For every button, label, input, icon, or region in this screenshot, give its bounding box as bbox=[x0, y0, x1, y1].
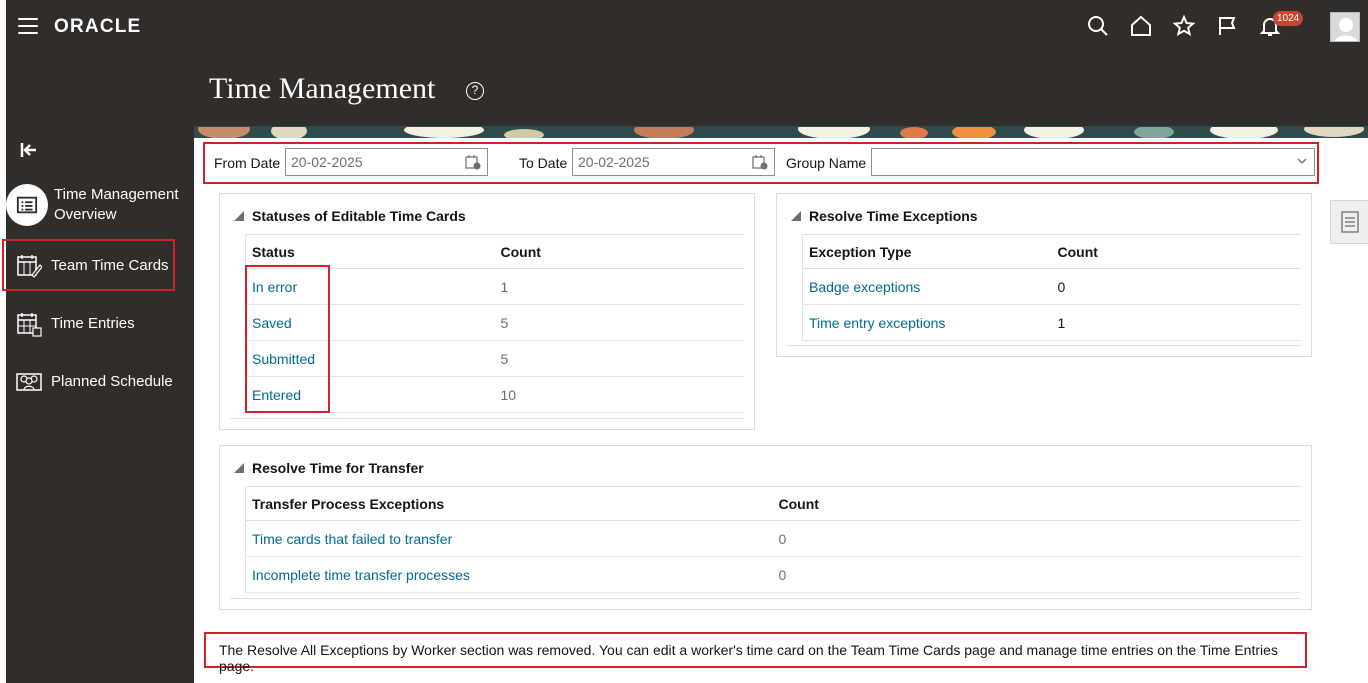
sidebar-item-label: Team Time Cards bbox=[51, 257, 169, 274]
table-footer-line bbox=[787, 345, 1301, 346]
status-count: 1 bbox=[494, 268, 744, 305]
exceptions-panel: Resolve Time Exceptions Exception Type C… bbox=[776, 193, 1312, 357]
favorites-star-icon[interactable] bbox=[1172, 14, 1196, 38]
table-header-row: Exception Type Count bbox=[802, 234, 1301, 269]
sidebar-item-label: Time Entries bbox=[51, 315, 135, 332]
table-row: Time entry exceptions 1 bbox=[802, 304, 1301, 341]
team-calendar-edit-icon bbox=[17, 255, 42, 278]
status-link[interactable]: Saved bbox=[245, 304, 495, 341]
exception-count: 0 bbox=[1051, 268, 1301, 305]
transfer-link[interactable]: Incomplete time transfer processes bbox=[245, 556, 773, 593]
table-footer-line bbox=[230, 598, 1301, 599]
search-icon[interactable] bbox=[1086, 14, 1110, 38]
home-icon[interactable] bbox=[1129, 14, 1153, 38]
transfer-count: 0 bbox=[772, 520, 1301, 557]
sidebar-item-planned-schedule[interactable]: Planned Schedule bbox=[6, 369, 194, 395]
filter-bar: From Date 20-02-2025 To Date 20-02-2025 … bbox=[194, 138, 1368, 188]
to-date-value: 20-02-2025 bbox=[578, 154, 650, 170]
collapse-triangle-icon[interactable] bbox=[234, 463, 244, 473]
info-note: The Resolve All Exceptions by Worker sec… bbox=[204, 632, 1307, 674]
sidebar-item-team-time-cards[interactable]: Team Time Cards bbox=[6, 253, 194, 279]
transfer-panel-title: Resolve Time for Transfer bbox=[252, 460, 424, 476]
calendar-grid-icon bbox=[17, 313, 42, 337]
status-count: 5 bbox=[494, 304, 744, 341]
app-root: ORACLE 1024 Time Management ? Time Manag… bbox=[0, 0, 1368, 683]
bell-icon[interactable]: 1024 bbox=[1258, 11, 1304, 38]
from-date-label: From Date bbox=[214, 155, 281, 171]
exception-link[interactable]: Badge exceptions bbox=[802, 268, 1052, 305]
team-people-icon bbox=[16, 373, 42, 391]
transfer-count: 0 bbox=[772, 556, 1301, 593]
table-footer-line bbox=[230, 418, 744, 419]
collapse-panel-icon[interactable] bbox=[20, 141, 38, 164]
table-row: Submitted 5 bbox=[245, 340, 744, 377]
exception-count: 1 bbox=[1051, 304, 1301, 341]
statuses-panel-header[interactable]: Statuses of Editable Time Cards bbox=[234, 208, 466, 224]
table-row: Saved 5 bbox=[245, 304, 744, 341]
status-count: 5 bbox=[494, 340, 744, 377]
table-row: Incomplete time transfer processes 0 bbox=[245, 556, 1301, 593]
to-date-label: To Date bbox=[519, 155, 568, 171]
status-link[interactable]: Entered bbox=[245, 376, 495, 413]
document-list-icon bbox=[1340, 211, 1359, 233]
column-header-transfer-exceptions[interactable]: Transfer Process Exceptions bbox=[245, 486, 773, 521]
to-date-field[interactable]: 20-02-2025 bbox=[572, 148, 775, 176]
exceptions-table: Exception Type Count Badge exceptions 0 … bbox=[802, 234, 1301, 341]
calendar-icon[interactable] bbox=[465, 154, 481, 170]
collapse-triangle-icon[interactable] bbox=[791, 211, 801, 221]
global-toolbar: 1024 bbox=[1086, 11, 1304, 38]
exceptions-panel-header[interactable]: Resolve Time Exceptions bbox=[791, 208, 978, 224]
sidebar-item-time-entries[interactable]: Time Entries bbox=[6, 311, 194, 337]
status-link[interactable]: In error bbox=[245, 268, 495, 305]
transfer-panel-header[interactable]: Resolve Time for Transfer bbox=[234, 460, 424, 476]
collapse-triangle-icon[interactable] bbox=[234, 211, 244, 221]
from-date-value: 20-02-2025 bbox=[291, 154, 363, 170]
decorative-banner bbox=[194, 126, 1368, 138]
chevron-down-icon bbox=[1297, 158, 1307, 164]
transfer-link[interactable]: Time cards that failed to transfer bbox=[245, 520, 773, 557]
column-header-count[interactable]: Count bbox=[772, 486, 1301, 521]
transfer-panel: Resolve Time for Transfer Transfer Proce… bbox=[219, 445, 1312, 610]
table-row: Time cards that failed to transfer 0 bbox=[245, 520, 1301, 557]
table-row: Entered 10 bbox=[245, 376, 744, 413]
hamburger-menu-icon[interactable] bbox=[18, 18, 38, 34]
table-header-row: Status Count bbox=[245, 234, 744, 269]
sidebar-item-time-management-overview[interactable]: Time Management Overview bbox=[6, 184, 194, 226]
column-header-status[interactable]: Status bbox=[245, 234, 495, 269]
column-header-exception-type[interactable]: Exception Type bbox=[802, 234, 1052, 269]
statuses-panel-title: Statuses of Editable Time Cards bbox=[252, 208, 466, 224]
calendar-icon[interactable] bbox=[752, 154, 768, 170]
oracle-logo[interactable]: ORACLE bbox=[54, 16, 141, 38]
table-row: In error 1 bbox=[245, 268, 744, 305]
notification-badge: 1024 bbox=[1273, 11, 1304, 26]
table-row: Badge exceptions 0 bbox=[802, 268, 1301, 305]
table-header-row: Transfer Process Exceptions Count bbox=[245, 486, 1301, 521]
group-name-select[interactable] bbox=[871, 148, 1315, 176]
status-link[interactable]: Submitted bbox=[245, 340, 495, 377]
group-name-label: Group Name bbox=[786, 155, 867, 171]
statuses-panel: Statuses of Editable Time Cards Status C… bbox=[219, 193, 755, 430]
user-avatar[interactable] bbox=[1330, 12, 1360, 42]
column-header-count[interactable]: Count bbox=[494, 234, 744, 269]
side-panel-tab[interactable] bbox=[1330, 200, 1368, 244]
help-icon[interactable]: ? bbox=[466, 82, 484, 100]
transfer-table: Transfer Process Exceptions Count Time c… bbox=[245, 486, 1301, 593]
page-title: Time Management bbox=[209, 72, 436, 105]
exception-link[interactable]: Time entry exceptions bbox=[802, 304, 1052, 341]
from-date-field[interactable]: 20-02-2025 bbox=[285, 148, 488, 176]
status-count: 10 bbox=[494, 376, 744, 413]
sidebar-item-label: Time Management Overview bbox=[54, 186, 179, 223]
overview-list-icon bbox=[6, 184, 48, 226]
exceptions-panel-title: Resolve Time Exceptions bbox=[809, 208, 978, 224]
sidebar-item-label: Planned Schedule bbox=[51, 373, 173, 390]
column-header-count[interactable]: Count bbox=[1051, 234, 1301, 269]
statuses-table: Status Count In error 1 Saved 5 Submitte… bbox=[245, 234, 744, 413]
flag-icon[interactable] bbox=[1215, 14, 1239, 38]
